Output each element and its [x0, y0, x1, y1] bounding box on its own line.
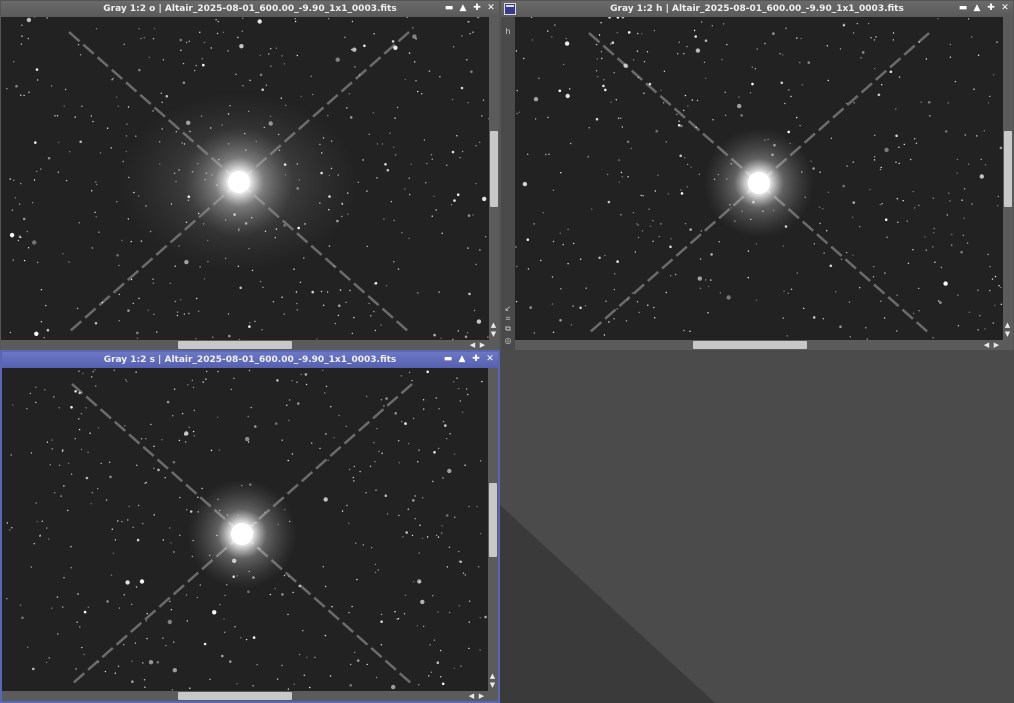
close-icon[interactable]: ✕	[484, 353, 496, 366]
scrollbar-thumb[interactable]	[693, 341, 807, 349]
side-tab-2[interactable]: ⌗	[502, 314, 514, 324]
star-image	[2, 368, 488, 691]
mask-tab[interactable]: h	[502, 27, 514, 36]
view-side-tabs: h ↙ ⌗ ⧉ ◎	[501, 17, 515, 350]
side-tab-4[interactable]: ◎	[502, 336, 514, 345]
scrollbar-thumb[interactable]	[490, 131, 498, 207]
workspace-background	[500, 350, 1014, 703]
minimize-icon[interactable]: ▬	[957, 2, 969, 15]
window-titlebar[interactable]: Gray 1:2 h | Altair_2025-08-01_600.00_-9…	[501, 1, 1013, 17]
scrollbar-thumb[interactable]	[489, 483, 497, 557]
image-view[interactable]	[515, 17, 1003, 340]
scroll-left-arrow[interactable]: ◀	[468, 341, 477, 349]
scroll-left-arrow[interactable]: ◀	[467, 692, 476, 700]
scroll-up-arrow[interactable]: ▲	[489, 321, 498, 329]
scroll-right-arrow[interactable]: ▶	[478, 341, 487, 349]
scrollbar-thumb[interactable]	[178, 692, 292, 700]
workspace-window-icon[interactable]	[504, 3, 516, 15]
scroll-corner	[489, 340, 499, 350]
side-tab-1[interactable]: ↙	[502, 304, 514, 313]
maximize-icon[interactable]: ✚	[985, 2, 997, 15]
scroll-corner	[1003, 340, 1013, 350]
shade-icon[interactable]: ▲	[971, 2, 983, 15]
vertical-scrollbar[interactable]: ▲ ▼	[1003, 17, 1013, 340]
scroll-corner	[488, 691, 498, 701]
scroll-right-arrow[interactable]: ▶	[477, 692, 486, 700]
window-title: Gray 1:2 o | Altair_2025-08-01_600.00_-9…	[103, 4, 397, 14]
image-view[interactable]	[1, 17, 489, 340]
scroll-up-arrow[interactable]: ▲	[488, 672, 497, 680]
window-titlebar[interactable]: Gray 1:2 s | Altair_2025-08-01_600.00_-9…	[2, 352, 498, 368]
shade-icon[interactable]: ▲	[456, 353, 468, 366]
scrollbar-thumb[interactable]	[1004, 131, 1012, 207]
star-image	[515, 17, 1003, 340]
maximize-icon[interactable]: ✚	[471, 2, 483, 15]
window-title: Gray 1:2 s | Altair_2025-08-01_600.00_-9…	[103, 355, 397, 365]
horizontal-scrollbar[interactable]: ◀ ▶	[2, 691, 488, 701]
scroll-down-arrow[interactable]: ▼	[489, 330, 498, 338]
close-icon[interactable]: ✕	[485, 2, 497, 15]
horizontal-scrollbar[interactable]: ◀ ▶	[515, 340, 1003, 350]
window-titlebar[interactable]: Gray 1:2 o | Altair_2025-08-01_600.00_-9…	[1, 1, 499, 17]
scroll-down-arrow[interactable]: ▼	[1003, 330, 1012, 338]
horizontal-scrollbar[interactable]: ◀ ▶	[1, 340, 489, 350]
scrollbar-thumb[interactable]	[178, 341, 292, 349]
image-window-s[interactable]: Gray 1:2 s | Altair_2025-08-01_600.00_-9…	[0, 350, 500, 703]
image-window-o[interactable]: Gray 1:2 o | Altair_2025-08-01_600.00_-9…	[0, 0, 500, 350]
close-icon[interactable]: ✕	[999, 2, 1011, 15]
star-image	[1, 17, 489, 340]
minimize-icon[interactable]: ▬	[442, 353, 454, 366]
scroll-up-arrow[interactable]: ▲	[1003, 321, 1012, 329]
vertical-scrollbar[interactable]: ▲ ▼	[488, 368, 498, 691]
image-window-h[interactable]: Gray 1:2 h | Altair_2025-08-01_600.00_-9…	[500, 0, 1014, 350]
scroll-down-arrow[interactable]: ▼	[488, 681, 497, 689]
minimize-icon[interactable]: ▬	[443, 2, 455, 15]
vertical-scrollbar[interactable]: ▲ ▼	[489, 17, 499, 340]
scroll-right-arrow[interactable]: ▶	[992, 341, 1001, 349]
side-tab-3[interactable]: ⧉	[502, 324, 514, 334]
image-view[interactable]	[2, 368, 488, 691]
shade-icon[interactable]: ▲	[457, 2, 469, 15]
maximize-icon[interactable]: ✚	[470, 353, 482, 366]
window-title: Gray 1:2 h | Altair_2025-08-01_600.00_-9…	[610, 4, 904, 14]
scroll-left-arrow[interactable]: ◀	[982, 341, 991, 349]
